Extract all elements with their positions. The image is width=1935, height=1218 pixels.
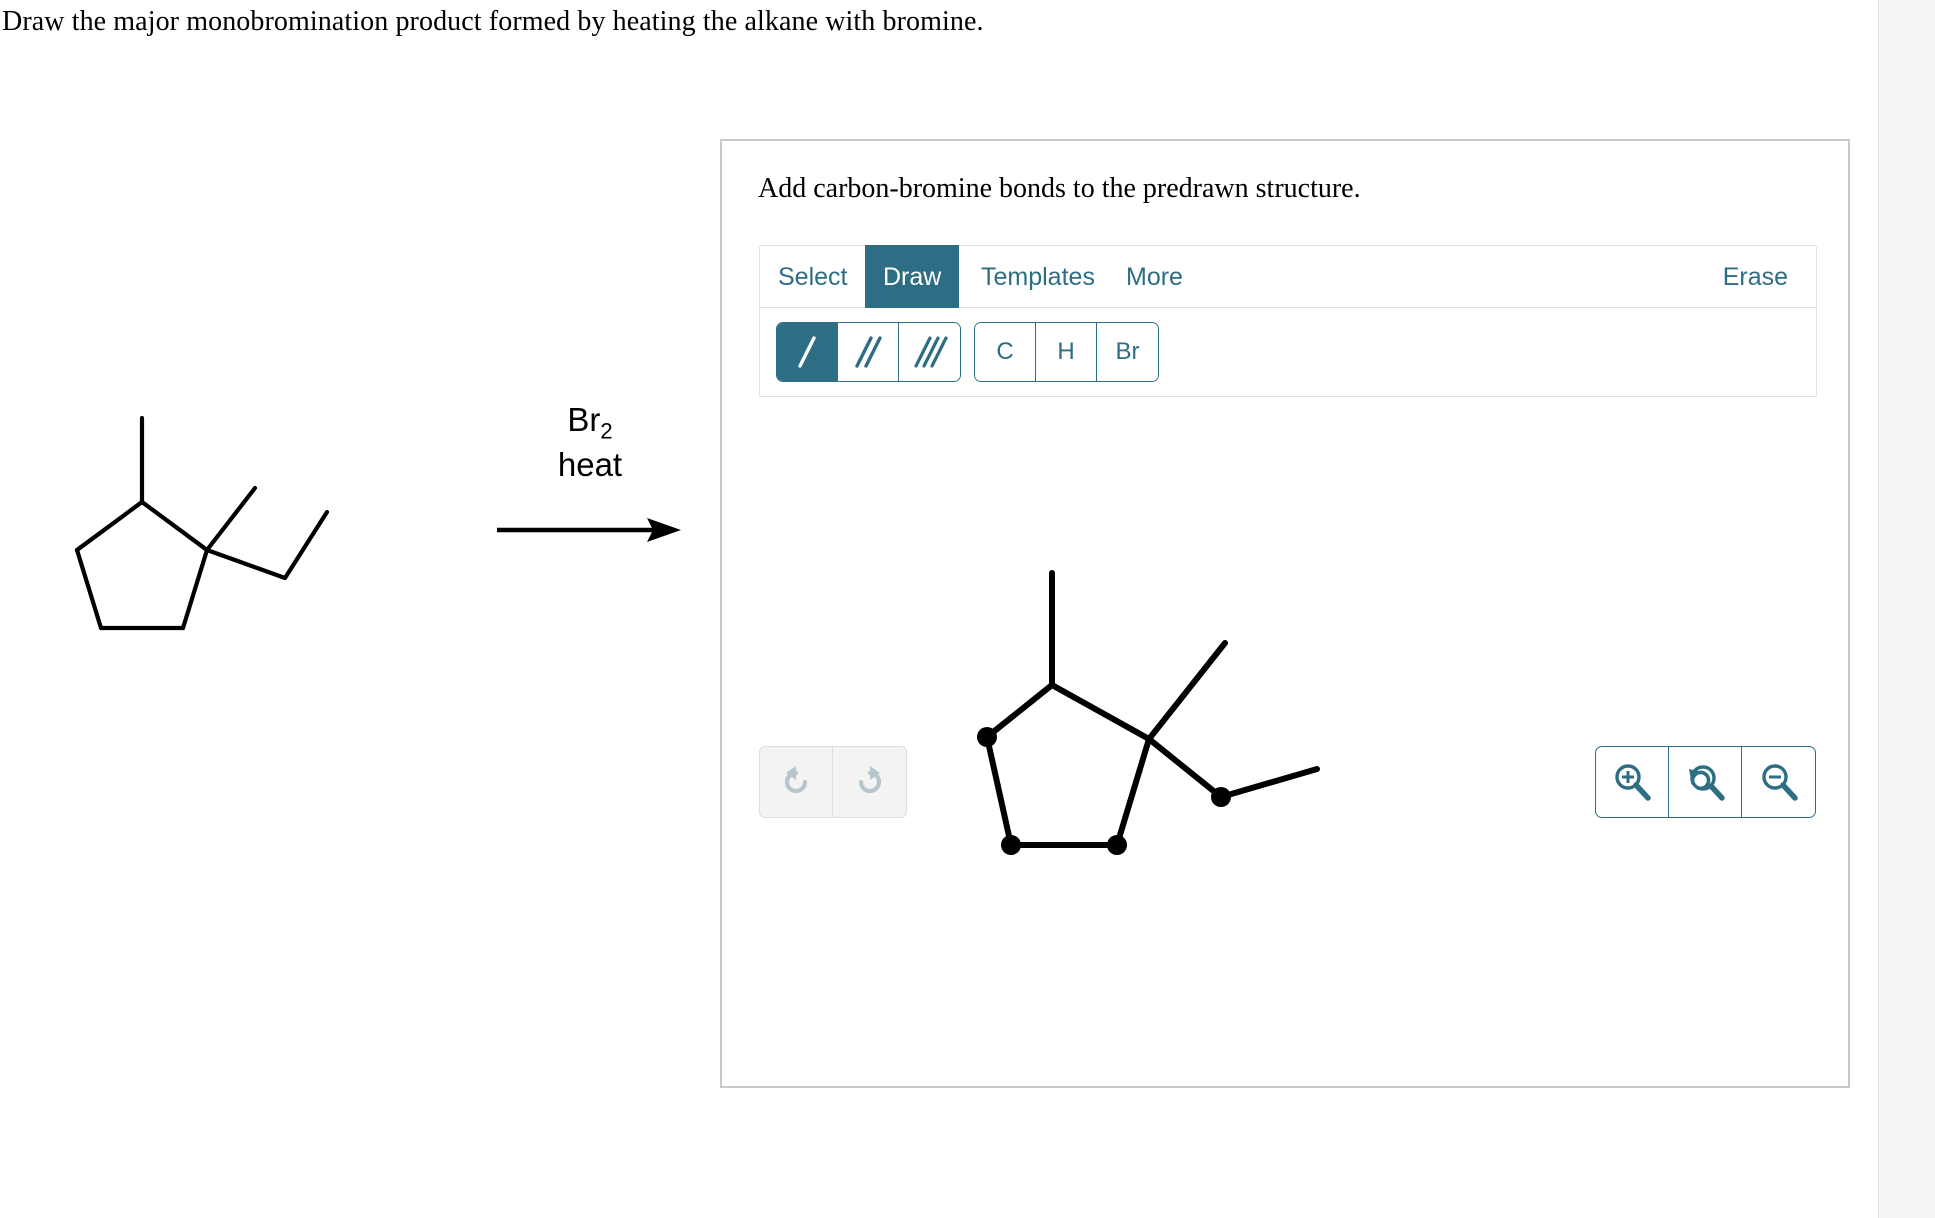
reset-zoom-icon (1689, 765, 1725, 801)
history-button-group (759, 746, 907, 818)
zoom-out-icon (1761, 764, 1798, 801)
tab-draw[interactable]: Draw (865, 245, 960, 309)
reset-zoom-button[interactable] (1669, 747, 1742, 817)
page-scroll-gutter (1878, 0, 1935, 1218)
redo-button[interactable] (833, 747, 906, 817)
tab-templates[interactable]: Templates (963, 245, 1113, 309)
redo-icon (858, 766, 881, 794)
reactant-structure (74, 415, 330, 631)
reaction-arrow-group: Br2 heat (490, 400, 710, 640)
double-bond-tool[interactable] (838, 323, 899, 381)
zoom-in-button[interactable] (1596, 747, 1669, 817)
reaction-scheme: Br2 heat (0, 380, 720, 710)
erase-button[interactable]: Erase (1705, 245, 1806, 309)
single-bond-icon (798, 336, 816, 368)
arrow-label-conditions: heat (557, 445, 623, 483)
tool-palette-bar: C H Br (759, 308, 1817, 397)
drawing-canvas[interactable] (759, 401, 1817, 1041)
undo-icon (784, 766, 808, 794)
carbon-atom-tool[interactable]: C (975, 323, 1036, 381)
double-bond-icon (855, 336, 882, 368)
arrow-conditions: Br2 heat (490, 400, 690, 486)
undo-button[interactable] (760, 747, 833, 817)
single-bond-tool[interactable] (777, 323, 838, 381)
page-title: Draw the major monobromination product f… (2, 6, 984, 37)
vertex-dots (977, 727, 1231, 855)
editor-tab-bar: Select Draw Templates More Erase (759, 245, 1817, 309)
hydrogen-atom-tool[interactable]: H (1036, 323, 1097, 381)
molecule-editor-panel: Add carbon-bromine bonds to the predrawn… (720, 139, 1850, 1088)
tab-select[interactable]: Select (760, 245, 865, 309)
editor-instruction: Add carbon-bromine bonds to the predrawn… (758, 173, 1361, 204)
zoom-button-group (1595, 746, 1816, 818)
bond-tool-group (776, 322, 961, 382)
predrawn-cyclopentane-structure[interactable] (949, 551, 1379, 881)
tab-more[interactable]: More (1108, 245, 1201, 309)
zoom-in-icon (1615, 764, 1651, 801)
zoom-out-button[interactable] (1742, 747, 1815, 817)
bromine-atom-tool[interactable]: Br (1097, 323, 1158, 381)
reaction-arrow-right-icon (497, 518, 681, 542)
atom-tool-group: C H Br (974, 322, 1159, 382)
triple-bond-icon (913, 336, 948, 368)
triple-bond-tool[interactable] (899, 323, 960, 381)
arrow-label-reagent: Br2 (567, 401, 613, 444)
